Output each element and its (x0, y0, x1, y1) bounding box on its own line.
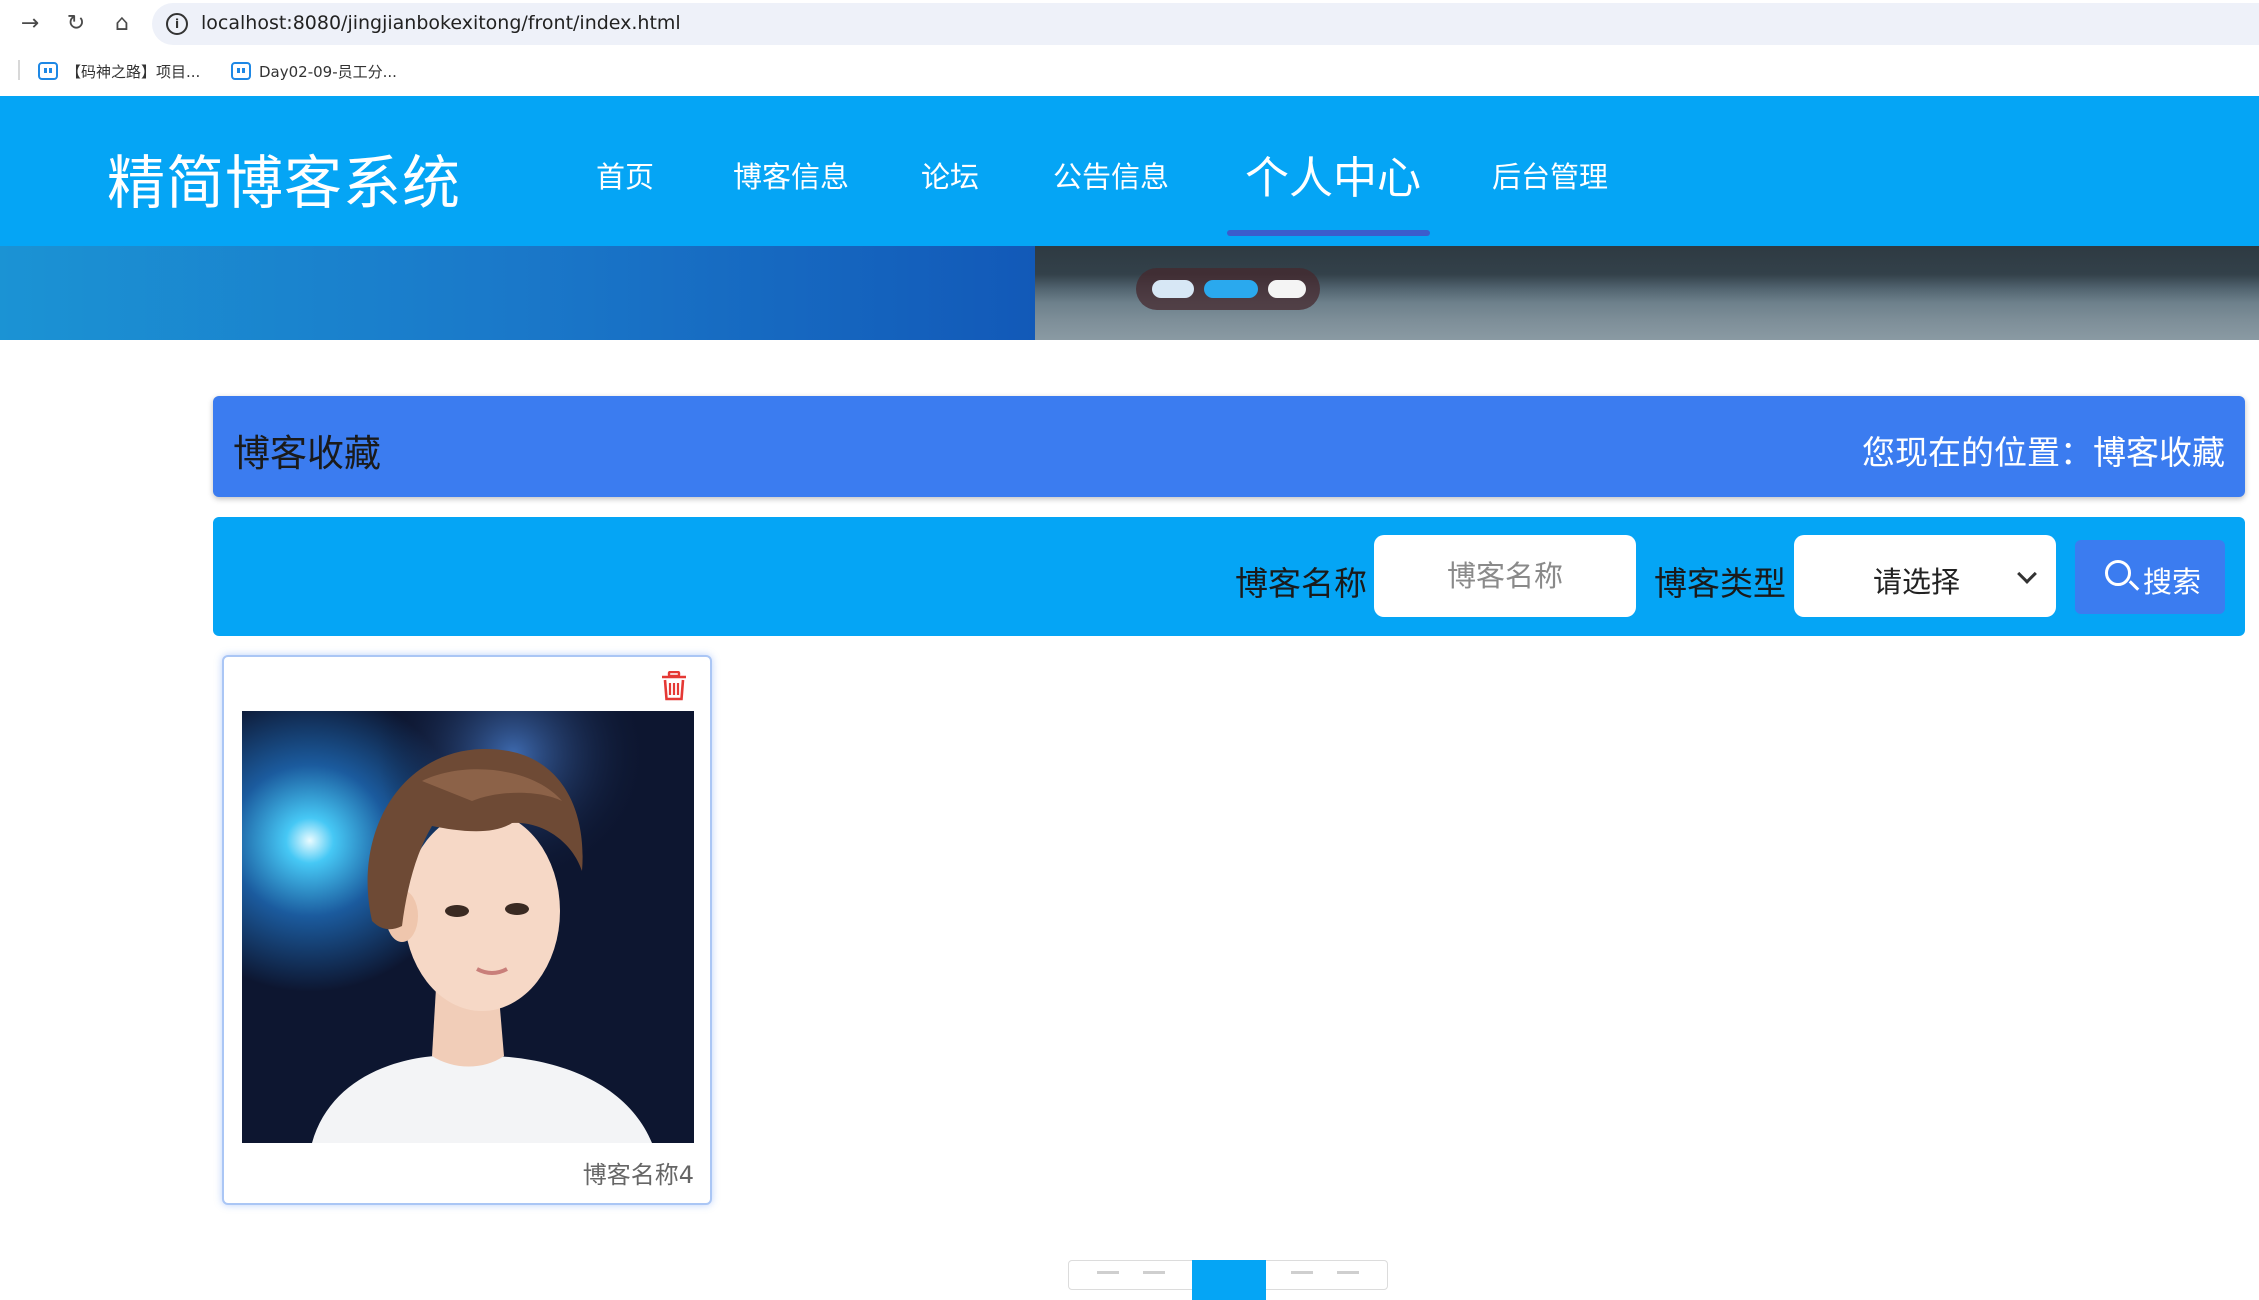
next-page-button[interactable] (1337, 1271, 1359, 1274)
active-nav-indicator (1227, 230, 1430, 236)
url-text[interactable]: localhost:8080/jingjianbokexitong/front/… (201, 12, 681, 34)
bilibili-icon (231, 62, 251, 80)
nav-item-personal-center[interactable]: 个人中心 (1245, 142, 1421, 206)
bookmark-label: Day02-09-员工分... (259, 62, 397, 81)
blog-type-label: 博客类型 (1654, 564, 1786, 603)
carousel-dot[interactable] (1152, 280, 1194, 298)
page-title: 博客收藏 (233, 432, 381, 475)
page-button[interactable] (1291, 1271, 1313, 1274)
carousel-dot-active[interactable] (1204, 280, 1258, 298)
banner-slide-left (0, 246, 1035, 340)
nav-item-home[interactable]: 首页 (596, 154, 654, 196)
browser-toolbar: → ↻ ⌂ i localhost:8080/jingjianbokexiton… (0, 0, 2259, 48)
site-header: 精简博客系统 首页 博客信息 论坛 公告信息 个人中心 后台管理 (0, 96, 2259, 246)
bookmark-item[interactable]: 【码神之路】项目... (38, 58, 200, 84)
pagination (1068, 1260, 1388, 1300)
blog-title[interactable]: 博客名称4 (583, 1155, 694, 1190)
search-icon (2105, 560, 2131, 586)
bilibili-icon (38, 62, 58, 80)
page-button[interactable] (1143, 1271, 1165, 1274)
chevron-down-icon (2017, 564, 2037, 584)
address-bar[interactable]: i localhost:8080/jingjianbokexitong/fron… (152, 3, 2259, 45)
blog-type-selected: 请选择 (1873, 565, 1961, 599)
info-icon[interactable]: i (166, 13, 188, 35)
prev-page-button[interactable] (1097, 1271, 1119, 1274)
nav-item-blog-info[interactable]: 博客信息 (733, 154, 849, 196)
carousel-indicators (1136, 268, 1320, 310)
nav-item-announcements[interactable]: 公告信息 (1053, 154, 1169, 196)
bookmark-item[interactable]: Day02-09-员工分... (231, 58, 397, 84)
forward-icon[interactable]: → (16, 10, 44, 38)
blog-name-input[interactable] (1374, 535, 1636, 617)
banner-carousel (0, 246, 2259, 340)
bookmark-label: 【码神之路】项目... (66, 62, 201, 81)
carousel-dot[interactable] (1268, 280, 1306, 298)
site-logo[interactable]: 精简博客系统 (107, 136, 461, 220)
blog-type-select[interactable]: 请选择 (1794, 535, 2056, 617)
reload-icon[interactable]: ↻ (62, 10, 90, 38)
search-panel: 博客名称 博客类型 请选择 搜索 (213, 517, 2245, 636)
current-page-button[interactable] (1192, 1260, 1266, 1300)
trash-icon[interactable] (660, 671, 688, 701)
section-title-bar: 博客收藏 您现在的位置：博客收藏 (213, 396, 2245, 497)
bookmarks-bar: 【码神之路】项目... Day02-09-员工分... (0, 48, 2259, 96)
bookmarks-divider (18, 60, 20, 80)
blog-name-label: 博客名称 (1235, 564, 1367, 603)
nav-item-admin[interactable]: 后台管理 (1492, 154, 1608, 196)
nav-item-forum[interactable]: 论坛 (921, 154, 979, 196)
blog-cover-image[interactable] (242, 711, 694, 1143)
search-button-label: 搜索 (2143, 565, 2202, 599)
favorite-card[interactable]: 博客名称4 (222, 655, 712, 1205)
home-icon[interactable]: ⌂ (108, 10, 136, 38)
breadcrumb: 您现在的位置：博客收藏 (1862, 433, 2225, 472)
search-button[interactable]: 搜索 (2075, 540, 2225, 614)
